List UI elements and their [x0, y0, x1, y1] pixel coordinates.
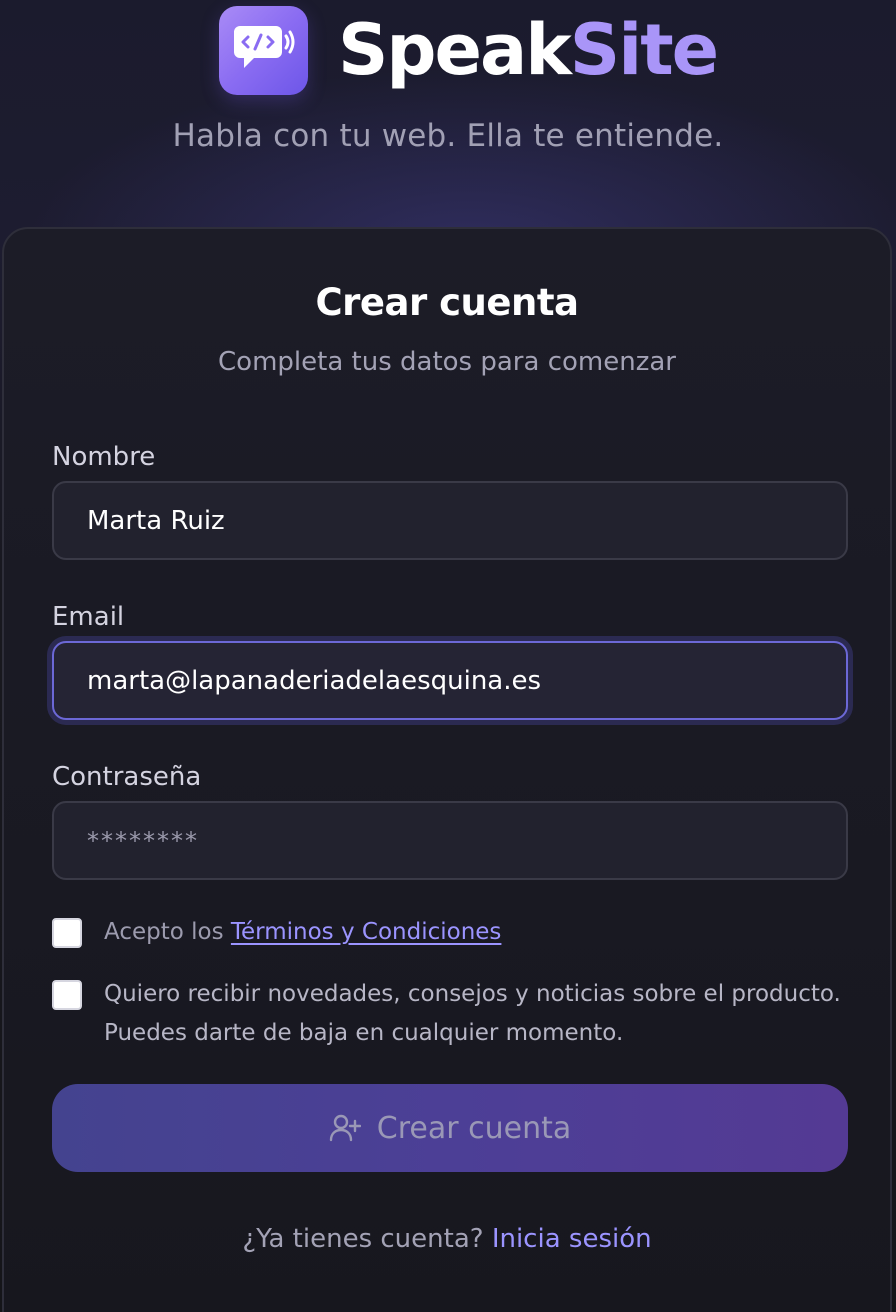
terms-row: Acepto los Términos y Condiciones: [52, 918, 501, 952]
login-link[interactable]: Inicia sesión: [492, 1224, 652, 1254]
brand-name: SpeakSite: [338, 15, 719, 85]
name-label: Nombre: [52, 442, 156, 472]
chat-bubble-code-speaker-icon: [233, 26, 294, 68]
create-account-button[interactable]: Crear cuenta: [52, 1084, 848, 1172]
login-prompt: ¿Ya tienes cuenta? Inicia sesión: [4, 1224, 890, 1254]
card-title: Crear cuenta: [315, 281, 579, 324]
signup-page: SpeakSite Habla con tu web. Ella te enti…: [0, 0, 896, 1312]
brand-header: SpeakSite: [219, 5, 719, 95]
signup-card: Crear cuenta Completa tus datos para com…: [2, 227, 892, 1312]
password-input[interactable]: ********: [52, 801, 848, 880]
brand-logo: [219, 5, 308, 95]
newsletter-checkbox[interactable]: [52, 980, 82, 1010]
card-subtitle: Completa tus datos para comenzar: [218, 347, 676, 377]
brand-tagline: Habla con tu web. Ella te entiende.: [172, 118, 724, 154]
terms-prefix: Acepto los: [104, 919, 231, 945]
name-input[interactable]: Marta Ruiz: [52, 481, 848, 560]
newsletter-row: Quiero recibir novedades, consejos y not…: [52, 980, 841, 1053]
terms-link[interactable]: Términos y Condiciones: [231, 919, 502, 945]
brand-name-part1: Speak: [338, 9, 572, 91]
brand-name-part2: Site: [569, 9, 719, 91]
login-question: ¿Ya tienes cuenta?: [242, 1224, 492, 1254]
newsletter-line2: Puedes darte de baja en cualquier moment…: [104, 1020, 624, 1046]
user-plus-icon: [329, 1112, 361, 1144]
terms-text: Acepto los Términos y Condiciones: [104, 913, 501, 952]
email-label: Email: [52, 602, 125, 632]
newsletter-line1: Quiero recibir novedades, consejos y not…: [104, 981, 841, 1007]
create-account-label: Crear cuenta: [376, 1110, 572, 1146]
newsletter-text: Quiero recibir novedades, consejos y not…: [104, 975, 841, 1053]
terms-checkbox[interactable]: [52, 918, 82, 948]
email-input[interactable]: marta@lapanaderiadelaesquina.es: [52, 641, 848, 720]
password-label: Contraseña: [52, 762, 202, 792]
